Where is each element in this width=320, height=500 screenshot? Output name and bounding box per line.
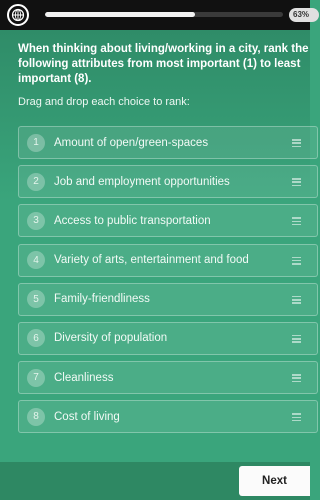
rank-choices-list: 1 Amount of open/green-spaces 2 Job and … — [18, 126, 318, 440]
next-button[interactable]: Next — [239, 466, 310, 496]
rank-choice-6[interactable]: 6 Diversity of population — [18, 321, 318, 355]
drag-handle-icon[interactable] — [292, 334, 301, 343]
progress-percent-badge: 63% — [289, 8, 319, 22]
instruction-text: Drag and drop each choice to rank: — [18, 96, 190, 108]
choice-rank-number: 3 — [27, 211, 45, 230]
choice-rank-number: 7 — [27, 368, 45, 387]
choice-rank-number: 8 — [27, 407, 45, 426]
rank-choice-8[interactable]: 8 Cost of living — [18, 400, 318, 434]
rank-choice-5[interactable]: 5 Family-friendliness — [18, 282, 318, 316]
rank-choice-3[interactable]: 3 Access to public transportation — [18, 204, 318, 238]
choice-label: Family-friendliness — [54, 293, 150, 306]
choice-rank-number: 4 — [27, 251, 45, 270]
choice-label: Cost of living — [54, 410, 120, 423]
globe-grid-logo-icon — [7, 4, 29, 26]
rank-choice-1[interactable]: 1 Amount of open/green-spaces — [18, 126, 318, 159]
choice-label: Cleanliness — [54, 371, 114, 384]
top-bar: 63% — [0, 0, 319, 30]
choice-rank-number: 1 — [27, 133, 45, 152]
choice-label: Diversity of population — [54, 332, 168, 345]
drag-handle-icon[interactable] — [292, 374, 301, 383]
choice-label: Job and employment opportunities — [54, 175, 230, 188]
rank-choice-4[interactable]: 4 Variety of arts, entertainment and foo… — [18, 243, 318, 277]
drag-handle-icon[interactable] — [292, 256, 301, 265]
drag-handle-icon[interactable] — [292, 413, 301, 422]
question-text: When thinking about living/working in a … — [18, 43, 309, 85]
drag-handle-icon[interactable] — [292, 295, 301, 304]
drag-handle-icon[interactable] — [292, 217, 301, 226]
choice-rank-number: 5 — [27, 290, 45, 309]
progress-bar-fill — [45, 12, 195, 17]
survey-content: When thinking about living/working in a … — [0, 30, 318, 462]
rank-choice-2[interactable]: 2 Job and employment opportunities — [18, 165, 318, 199]
choice-rank-number: 6 — [27, 329, 45, 348]
choice-label: Variety of arts, entertainment and food — [54, 254, 249, 267]
progress-bar — [45, 12, 283, 17]
rank-choice-7[interactable]: 7 Cleanliness — [18, 361, 318, 395]
drag-handle-icon[interactable] — [292, 178, 301, 187]
choice-label: Amount of open/green-spaces — [54, 136, 209, 149]
choice-label: Access to public transportation — [54, 214, 211, 227]
choice-rank-number: 2 — [27, 172, 45, 191]
drag-handle-icon[interactable] — [292, 139, 301, 147]
